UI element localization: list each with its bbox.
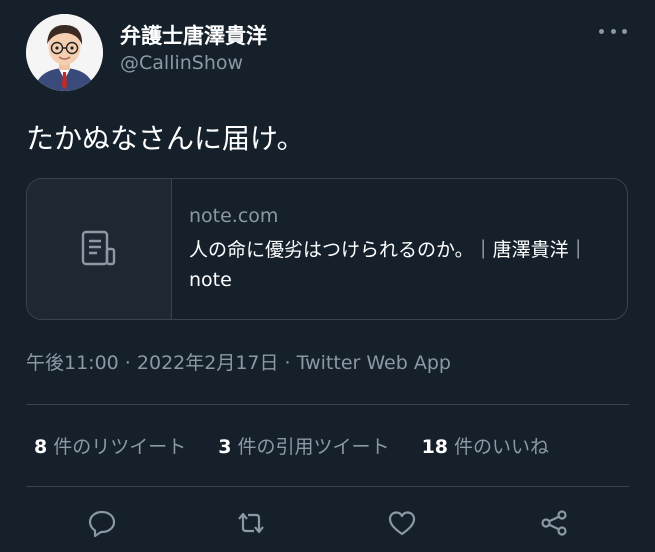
- card-domain: note.com: [189, 205, 279, 227]
- like-icon: [388, 511, 416, 536]
- retweets-stat[interactable]: 8 件のリツイート: [34, 432, 186, 459]
- retweet-button[interactable]: [233, 505, 269, 541]
- divider: [26, 486, 629, 487]
- avatar-portrait-icon: [26, 14, 103, 91]
- quotes-label: 件の引用ツイート: [231, 436, 390, 458]
- action-bar: [0, 505, 655, 545]
- dot: [622, 28, 627, 34]
- dot: [599, 28, 604, 34]
- meta-separator: ·: [118, 352, 137, 374]
- author-display-name[interactable]: 弁護士唐澤貴洋: [120, 20, 267, 50]
- retweet-icon: [238, 512, 264, 534]
- share-button[interactable]: [536, 505, 572, 541]
- link-card[interactable]: note.com 人の命に優劣はつけられるのか。｜唐澤貴洋｜note: [26, 178, 628, 320]
- retweets-label: 件のリツイート: [47, 436, 187, 458]
- likes-count: 18: [421, 436, 449, 458]
- document-icon: [81, 230, 116, 266]
- tweet-stats: 8 件のリツイート 3 件の引用ツイート 18 件のいいね: [34, 432, 549, 459]
- tweet-text: たかぬなさんに届け。: [26, 122, 305, 155]
- tweet-source[interactable]: Twitter Web App: [297, 352, 451, 374]
- quotes-count: 3: [218, 436, 232, 458]
- tweet-meta: 午後11:00 · 2022年2月17日 · Twitter Web App: [26, 348, 451, 375]
- reply-icon: [88, 510, 116, 538]
- likes-stat[interactable]: 18 件のいいね: [422, 432, 550, 459]
- author-handle[interactable]: @CallinShow: [120, 52, 243, 74]
- card-title: 人の命に優劣はつけられるのか。｜唐澤貴洋｜note: [189, 239, 588, 291]
- retweets-count: 8: [34, 436, 48, 458]
- avatar[interactable]: [26, 14, 103, 91]
- like-button[interactable]: [384, 505, 420, 541]
- likes-label: 件のいいね: [448, 436, 550, 458]
- divider: [26, 404, 629, 405]
- tweet-time[interactable]: 午後11:00: [26, 352, 119, 374]
- more-options-icon[interactable]: [599, 24, 627, 38]
- card-thumbnail: [27, 179, 172, 319]
- dot: [610, 28, 616, 34]
- quotes-stat[interactable]: 3 件の引用ツイート: [218, 432, 389, 459]
- reply-button[interactable]: [84, 505, 120, 541]
- meta-separator: ·: [278, 352, 297, 374]
- share-icon: [541, 510, 567, 536]
- tweet-date[interactable]: 2022年2月17日: [137, 352, 279, 374]
